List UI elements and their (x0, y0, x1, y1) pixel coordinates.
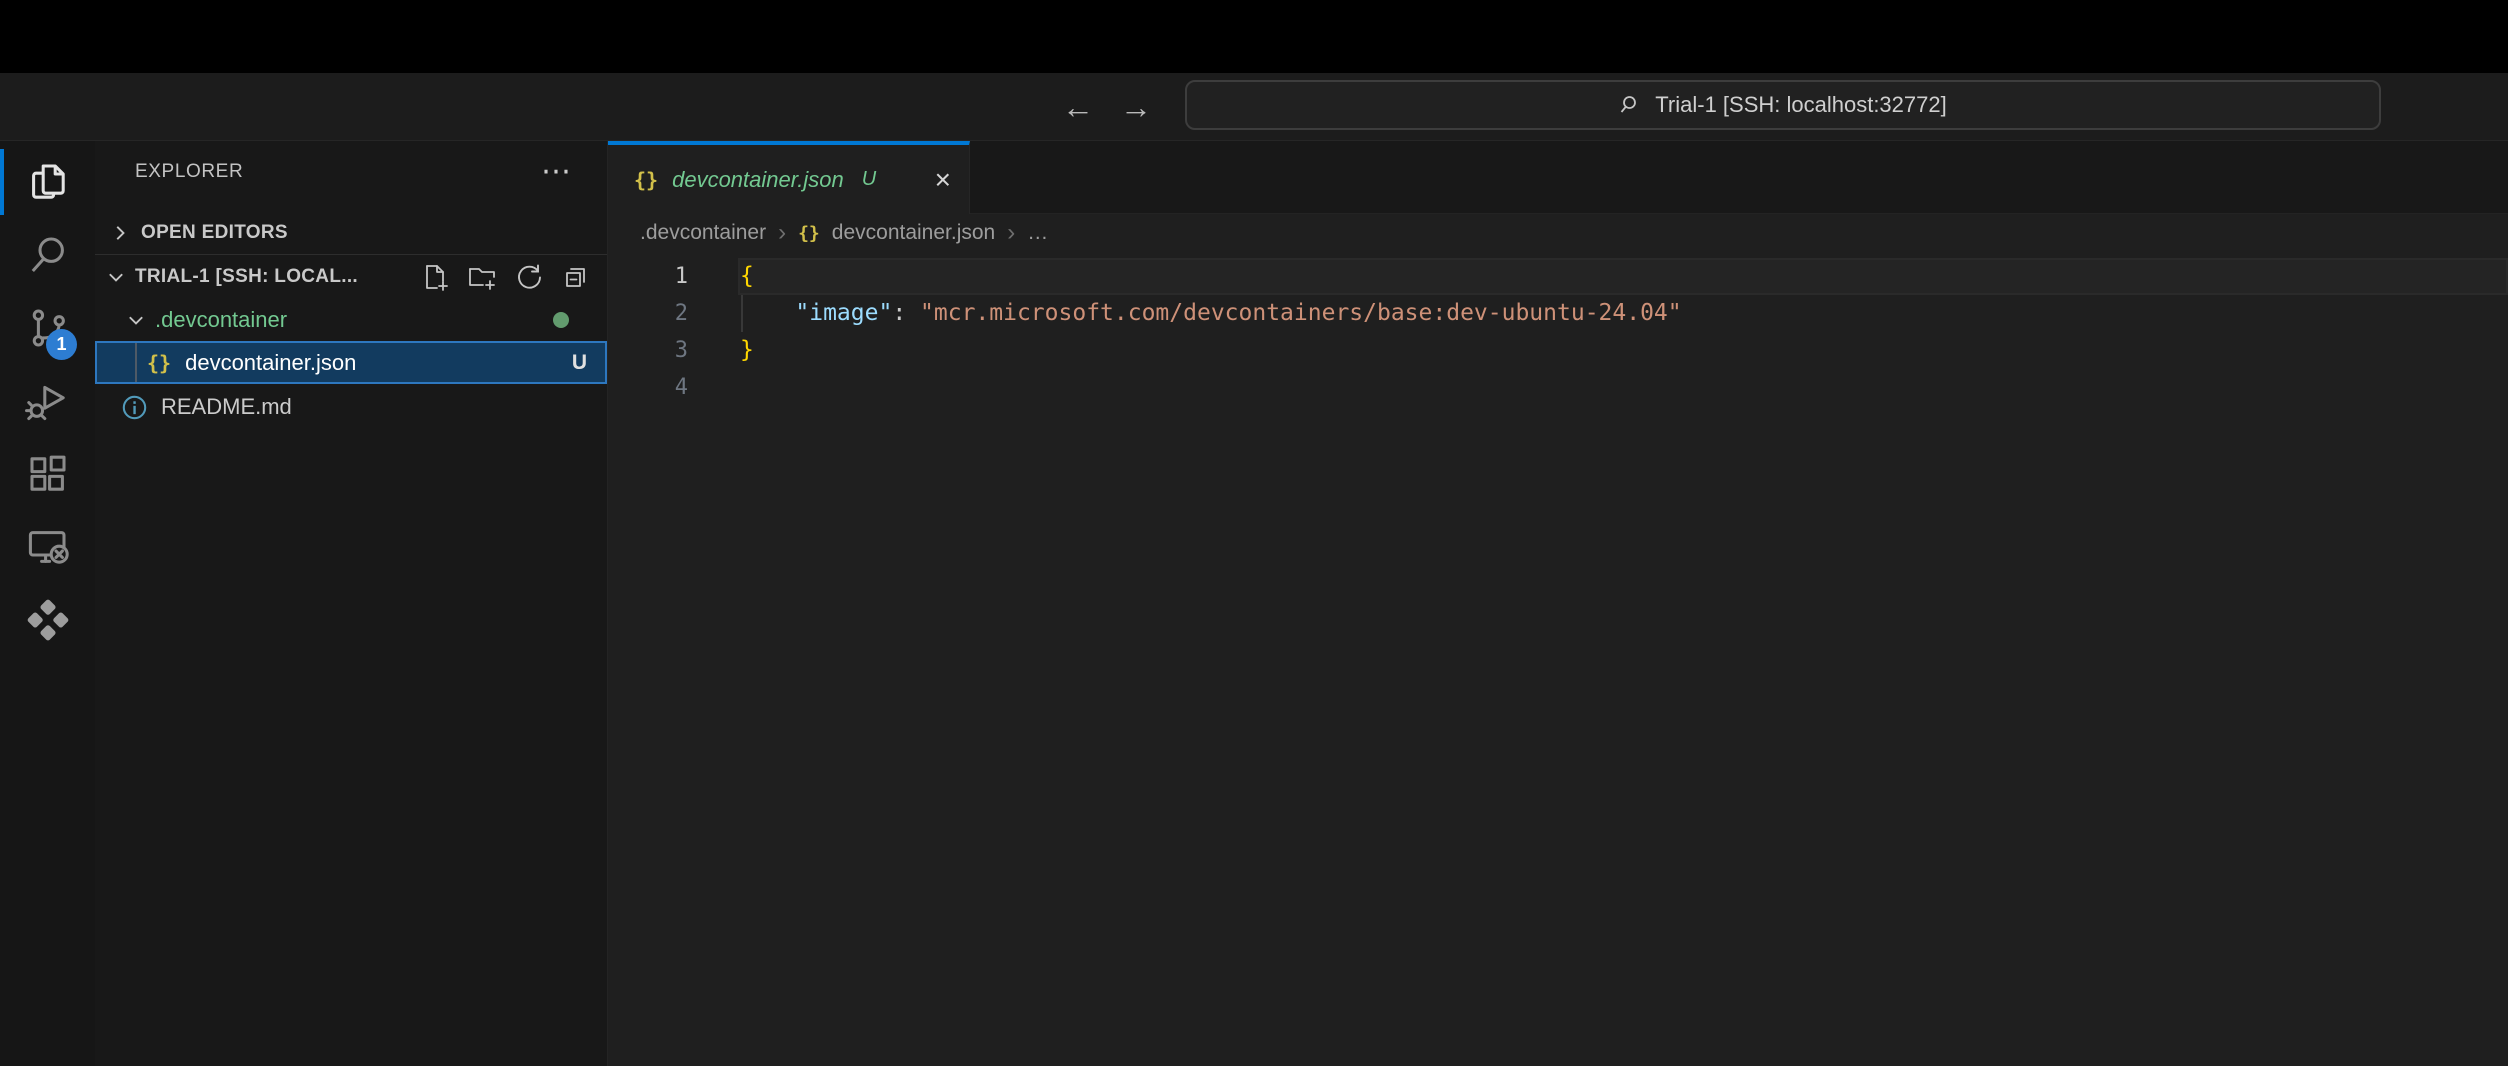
code-line-1: 1 { (608, 258, 2508, 295)
breadcrumb-file[interactable]: devcontainer.json (832, 221, 995, 245)
tab-label: devcontainer.json (672, 167, 844, 193)
forward-arrow-icon[interactable]: → (1120, 91, 1152, 123)
json-string-value-token: "mcr.microsoft.com/devcontainers/base:de… (920, 300, 1682, 326)
close-icon[interactable]: × (935, 166, 951, 194)
json-file-icon: {} (147, 351, 171, 375)
open-editors-label: OPEN EDITORS (141, 222, 288, 244)
main-area: 1 (0, 141, 2508, 1066)
breadcrumb: .devcontainer › {} devcontainer.json › … (608, 214, 2508, 252)
workspace-label: TRIAL-1 [SSH: LOCAL... (135, 266, 358, 288)
window-title: Trial-1 [SSH: localhost:32772] (1655, 92, 1946, 118)
new-folder-icon[interactable] (467, 262, 497, 292)
title-bar: ← → Trial-1 [SSH: localhost:32772] (0, 73, 2508, 141)
json-file-icon: {} (634, 168, 658, 192)
json-file-icon: {} (798, 223, 820, 244)
markdown-info-icon (121, 394, 148, 421)
source-control-badge: 1 (46, 329, 77, 360)
refresh-icon[interactable] (514, 262, 544, 292)
command-center[interactable]: Trial-1 [SSH: localhost:32772] (1185, 80, 2381, 130)
sidebar-header: EXPLORER ⋯ (95, 141, 607, 203)
line-number: 3 (608, 332, 688, 369)
back-arrow-icon[interactable]: ← (1062, 91, 1094, 123)
breadcrumb-folder[interactable]: .devcontainer (640, 221, 766, 245)
diamond-grid-icon (24, 596, 72, 644)
activity-source-control-button[interactable]: 1 (0, 291, 95, 364)
activity-search-button[interactable] (0, 218, 95, 291)
colon-token: : (892, 300, 920, 326)
chevron-separator-icon: › (1007, 221, 1015, 245)
tab-strip: {} devcontainer.json U × (608, 141, 2508, 214)
line-number: 2 (608, 295, 688, 332)
open-editors-section-header[interactable]: OPEN EDITORS (95, 215, 607, 251)
files-icon (24, 158, 72, 206)
code-line-4: 4 (608, 369, 2508, 406)
git-untracked-dot-icon (553, 312, 569, 328)
sidebar-title: EXPLORER (135, 161, 243, 183)
editor-area: {} devcontainer.json U × .devcontainer ›… (608, 141, 2508, 1066)
new-file-icon[interactable] (420, 262, 450, 292)
selected-file-name: devcontainer.json (185, 350, 356, 376)
vscode-window: { "titlebar": { "back": "←", "forward": … (0, 0, 2508, 1066)
code-line-2: 2 "image": "mcr.microsoft.com/devcontain… (608, 295, 2508, 332)
extensions-icon (24, 450, 72, 498)
code-editor[interactable]: 1 { 2 "image": "mcr.microsoft.com/devcon… (608, 252, 2508, 1066)
activity-explorer-button[interactable] (0, 145, 95, 218)
search-icon (1619, 93, 1643, 117)
tree-indent-guide (135, 343, 137, 382)
activity-extension-diamond-button[interactable] (0, 583, 95, 656)
chevron-separator-icon: › (778, 221, 786, 245)
collapse-all-icon[interactable] (561, 262, 591, 292)
active-tab-indicator (0, 149, 4, 215)
code-line-3: 3 } (608, 332, 2508, 369)
tab-devcontainer-json[interactable]: {} devcontainer.json U × (608, 141, 970, 214)
line-number: 4 (608, 369, 688, 406)
git-untracked-badge: U (572, 351, 605, 375)
section-divider (95, 254, 607, 255)
activity-extensions-button[interactable] (0, 437, 95, 510)
top-black-strip (0, 0, 2508, 73)
history-navigation: ← → (1062, 73, 1152, 140)
indent-token (740, 300, 795, 326)
tree-item-devcontainer-folder[interactable]: .devcontainer (95, 299, 607, 341)
chevron-down-icon (125, 309, 147, 331)
json-key-token: "image" (795, 300, 892, 326)
close-brace-token: } (740, 337, 754, 363)
readme-file-name: README.md (161, 394, 292, 420)
activity-run-debug-button[interactable] (0, 364, 95, 437)
chevron-right-icon (109, 222, 131, 244)
line-number: 1 (608, 258, 688, 295)
activity-remote-explorer-button[interactable] (0, 510, 95, 583)
explorer-sidebar: EXPLORER ⋯ OPEN EDITORS TRIAL-1 [SSH: LO… (95, 141, 608, 1066)
remote-explorer-monitor-icon (24, 523, 72, 571)
open-brace-token: { (740, 263, 754, 289)
tree-item-readme[interactable]: README.md (95, 386, 607, 428)
workspace-section-header[interactable]: TRIAL-1 [SSH: LOCAL... (95, 256, 607, 298)
tree-item-devcontainer-json[interactable]: {} devcontainer.json U (95, 341, 607, 384)
search-icon (24, 231, 72, 279)
folder-name: .devcontainer (155, 307, 287, 333)
debug-play-bug-icon (24, 377, 72, 425)
tab-git-untracked-badge: U (862, 168, 876, 191)
workspace-actions (420, 262, 607, 292)
breadcrumb-symbol-ellipsis[interactable]: … (1027, 221, 1048, 245)
activity-bar: 1 (0, 141, 95, 1066)
chevron-down-icon (105, 266, 127, 288)
